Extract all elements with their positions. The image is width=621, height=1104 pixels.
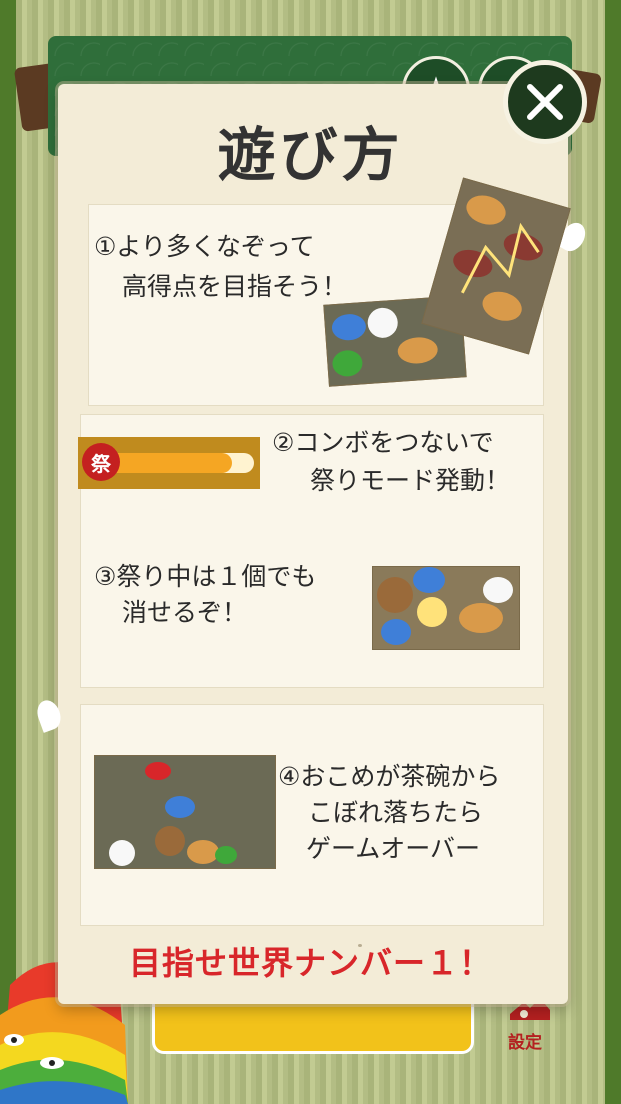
gameover-screenshot [94,755,276,869]
step3-line1: ③祭り中は１個でも [94,562,317,591]
festival-badge: 祭 [82,443,120,481]
slogan: 目指せ世界ナンバー１！ [128,944,492,982]
settings-label[interactable]: 設定 [508,1028,542,1053]
festival-gauge: 祭 [78,437,260,489]
step4-line2: こぼれ落ちたら [308,798,484,827]
step1-line1: ①より多くなぞって [94,232,315,261]
step2-line2: 祭りモード発動！ [310,466,511,495]
festival-screenshot [372,566,520,650]
step1-line2: 高得点を目指そう！ [122,272,348,301]
close-button[interactable] [503,60,587,144]
step4-line1: ④おこめが茶碗から [278,762,501,791]
close-icon [527,84,563,120]
step4-line3: ゲームオーバー [306,834,481,863]
step3-line2: 消せるぞ！ [122,598,248,627]
step2-line1: ②コンボをつないで [272,428,494,457]
